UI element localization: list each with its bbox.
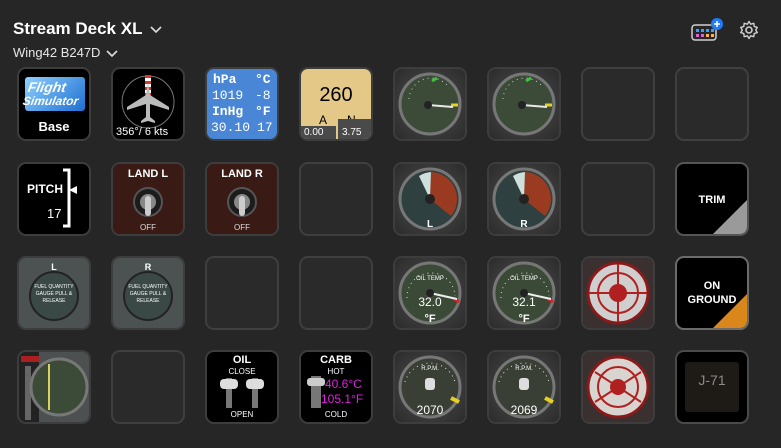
gauge-side-label: R [520, 219, 528, 230]
gear-icon[interactable] [739, 20, 759, 40]
rotary-switch-icon [586, 355, 650, 419]
key-trim-indicator[interactable] [17, 350, 91, 424]
hpa-value: 1019 [212, 88, 244, 103]
profile-selector[interactable]: Wing42 B247D [13, 45, 119, 60]
trim-label: TRIM [698, 194, 726, 206]
oil-temp-value: 32.1 [512, 295, 536, 309]
key-gauge-1[interactable] [393, 67, 467, 141]
carb-cold-label: COLD [324, 410, 348, 419]
oil-temp-unit: °F [424, 313, 436, 325]
carb-celsius-unit: °C [348, 377, 362, 391]
key-oil-gauge-r[interactable]: R [487, 162, 561, 236]
add-device-icon[interactable] [691, 18, 725, 42]
fs-logo-line1: Flight [26, 79, 68, 95]
key-empty[interactable] [205, 256, 279, 330]
fahrenheit-value: 17 [257, 120, 273, 135]
key-carb-heat[interactable]: CARB HOT 40.6°C 105.1°F COLD [299, 350, 373, 424]
pitch-bracket-icon [63, 168, 77, 228]
inhg-value: 30.10 [211, 120, 251, 135]
key-ignition-selector[interactable] [581, 256, 655, 330]
on-ground-line1: ON [703, 280, 721, 292]
fuel-caption: FUEL QUANTITY GAUGE PULL & RELEASE [34, 284, 74, 304]
inhg-label: InHg [212, 104, 244, 119]
key-gauge-2[interactable] [487, 67, 561, 141]
key-empty[interactable] [299, 256, 373, 330]
key-empty[interactable] [581, 67, 655, 141]
corner-triangle-icon [713, 294, 747, 328]
chevron-down-icon [150, 26, 163, 34]
key-oil-temp-l[interactable]: OIL TEMP 32.0 °F [393, 256, 467, 330]
a-label: A [319, 113, 328, 127]
key-on-ground[interactable]: ON GROUND [675, 256, 749, 330]
carb-fahrenheit-unit: °F [351, 392, 364, 406]
key-land-l[interactable]: LAND L OFF [111, 162, 185, 236]
gauge-name: OIL TEMP [510, 276, 538, 282]
shutter-open-label: OPEN [230, 410, 254, 419]
oil-temp-unit: °F [518, 313, 530, 325]
key-oil-temp-r[interactable]: OIL TEMP 32.1 °F [487, 256, 561, 330]
gauge-icon [19, 352, 89, 422]
switch-state: OFF [234, 223, 250, 232]
key-oil-shutter[interactable]: OIL CLOSE OPEN [205, 350, 279, 424]
carb-fahrenheit-value: 105.1 [321, 392, 352, 406]
fuel-side-label: L [51, 262, 57, 272]
celsius-value: -8 [255, 88, 271, 103]
key-pitch[interactable]: PITCH 17 [17, 162, 91, 236]
on-ground-line2: GROUND [687, 294, 737, 306]
n-value: 3.75 [342, 127, 362, 138]
key-land-r[interactable]: LAND R OFF [205, 162, 279, 236]
rpm-value: 2069 [510, 403, 538, 417]
rpm-value: 2070 [416, 403, 444, 417]
a-value: 0.00 [304, 127, 324, 138]
key-rpm-r[interactable]: R.P.M. 2069 [487, 350, 561, 424]
key-label: Base [38, 119, 70, 134]
profile-name: Wing42 B247D [13, 45, 101, 60]
switch-state: OFF [140, 223, 156, 232]
key-empty[interactable] [299, 162, 373, 236]
ident-label: J-71 [698, 372, 726, 388]
key-fuel-l[interactable]: L FUEL QUANTITY GAUGE PULL & RELEASE [17, 256, 91, 330]
key-wind[interactable]: 356°/ 6 kts [111, 67, 185, 141]
frequency-value: 260 [319, 84, 353, 106]
key-ident[interactable]: J-71 [675, 350, 749, 424]
device-selector[interactable]: Stream Deck XL [13, 19, 163, 39]
key-empty[interactable] [675, 67, 749, 141]
switch-label: LAND R [221, 168, 263, 180]
key-frequency[interactable]: 260 A N 0.00 3.75 [299, 67, 373, 141]
oil-temp-value: 32.0 [418, 295, 442, 309]
wind-readout: 356°/ 6 kts [116, 126, 169, 138]
fs-logo-line2: Simulator [21, 94, 80, 108]
key-magneto-selector[interactable] [581, 350, 655, 424]
key-trim[interactable]: TRIM [675, 162, 749, 236]
key-fs-base[interactable]: Flight Simulator Base [17, 67, 91, 141]
gauge-icon [398, 72, 462, 136]
chevron-down-icon [106, 49, 119, 57]
hpa-label: hPa [213, 72, 237, 87]
gauge-icon [492, 72, 556, 136]
carb-celsius-value: 40.6 [325, 377, 349, 391]
key-oil-gauge-l[interactable]: L [393, 162, 467, 236]
gauge-name: OIL TEMP [416, 276, 444, 282]
device-name: Stream Deck XL [13, 19, 143, 38]
key-fuel-r[interactable]: R FUEL QUANTITY GAUGE PULL & RELEASE [111, 256, 185, 330]
fahrenheit-label: °F [255, 104, 271, 119]
key-empty[interactable] [111, 350, 185, 424]
rpm-label: R.P.M. [421, 366, 439, 372]
key-baro[interactable]: hPa °C 1019 -8 InHg °F 30.10 17 [205, 67, 279, 141]
celsius-label: °C [255, 72, 271, 87]
key-rpm-l[interactable]: R.P.M. 2070 [393, 350, 467, 424]
key-empty[interactable] [581, 162, 655, 236]
fuel-side-label: R [144, 262, 152, 272]
rpm-label: R.P.M. [515, 366, 533, 372]
gauge-side-label: L [426, 219, 434, 230]
rotary-switch-icon [586, 261, 650, 325]
switch-label: LAND L [127, 168, 169, 180]
fuel-caption: FUEL QUANTITY GAUGE PULL & RELEASE [128, 284, 168, 304]
